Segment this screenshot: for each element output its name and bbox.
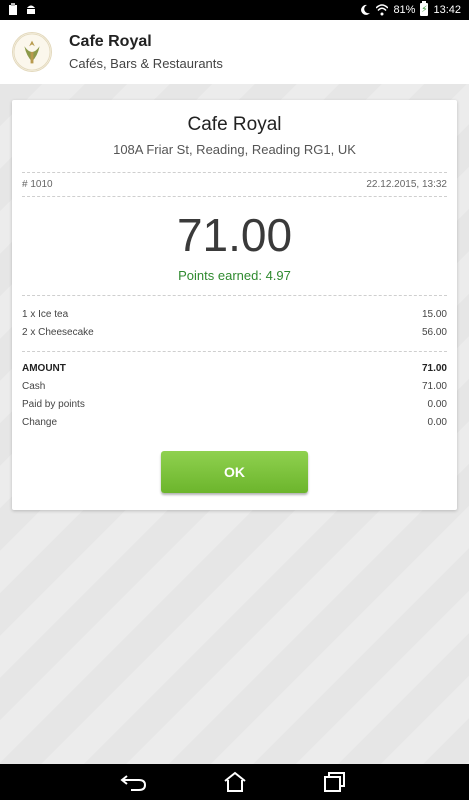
shop-name: Cafe Royal [187, 114, 282, 135]
summary-row-points: Paid by points 0.00 [22, 399, 447, 413]
total-amount: 71.00 [176, 209, 293, 261]
receipt-number: # 1010 [22, 179, 53, 190]
summary-row-change: Change 0.00 [22, 417, 447, 431]
summary-label: AMOUNT [22, 363, 66, 374]
line-item-value: 15.00 [421, 309, 447, 320]
moon-icon [361, 4, 371, 15]
receipt-datetime: 22.12.2015, 13:32 [366, 179, 447, 190]
divider [22, 172, 447, 173]
back-icon[interactable] [119, 770, 149, 794]
line-item: 2 x Cheesecake 56.00 [22, 327, 447, 341]
wifi-icon [376, 3, 389, 15]
points-earned: Points earned: 4.97 [178, 268, 291, 283]
status-time: 13:42 [433, 3, 461, 16]
divider [22, 295, 447, 296]
cafe-logo [12, 32, 52, 72]
android-icon [27, 5, 35, 14]
line-item-value: 56.00 [421, 327, 447, 338]
shop-address: 108A Friar St, Reading, Reading RG1, UK [113, 142, 356, 157]
summary-row-amount: AMOUNT 71.00 [22, 363, 447, 377]
navigation-bar [0, 764, 469, 800]
app-subtitle: Cafés, Bars & Restaurants [69, 56, 223, 71]
divider [22, 351, 447, 352]
divider [22, 196, 447, 197]
summary-row-cash: Cash 71.00 [22, 381, 447, 395]
receipt-card: Cafe Royal 108A Friar St, Reading, Readi… [12, 100, 457, 510]
status-bar: 81% ⚡ 13:42 [0, 0, 469, 20]
summary-value: 0.00 [427, 399, 447, 410]
recent-apps-icon[interactable] [320, 770, 350, 794]
home-icon[interactable] [220, 770, 250, 794]
summary-label: Paid by points [22, 399, 85, 410]
app-header: Cafe Royal Cafés, Bars & Restaurants [0, 20, 469, 84]
clipboard-icon [9, 3, 17, 15]
line-item-label: 1 x Ice tea [22, 309, 69, 320]
app-title: Cafe Royal [69, 33, 152, 50]
battery-icon: ⚡ [420, 1, 429, 16]
summary-value: 0.00 [427, 417, 447, 428]
battery-percent: 81% [393, 3, 416, 16]
ok-button[interactable]: OK [161, 451, 308, 493]
summary-value: 71.00 [421, 381, 447, 392]
summary-label: Cash [22, 381, 46, 392]
line-item: 1 x Ice tea 15.00 [22, 309, 447, 323]
summary-value: 71.00 [421, 363, 447, 374]
summary-label: Change [22, 417, 58, 428]
line-item-label: 2 x Cheesecake [22, 327, 94, 338]
